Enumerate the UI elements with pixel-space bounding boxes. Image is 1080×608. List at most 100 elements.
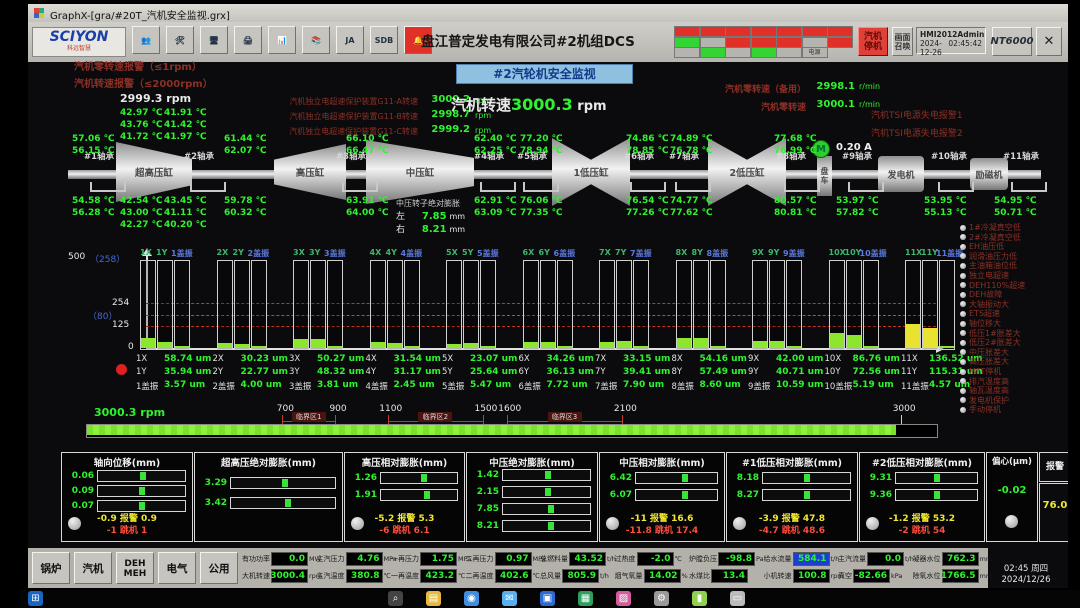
- screen-callup-button[interactable]: 画面召唤: [892, 27, 913, 56]
- printer-icon[interactable]: 🖨: [234, 26, 262, 54]
- vib-table-value: 50.27 um: [317, 354, 364, 364]
- nav-button-1[interactable]: 锅炉: [32, 552, 70, 584]
- vibration-bar-fill: [294, 339, 308, 348]
- bearing-temp-bottom: 50.71 ℃: [994, 208, 1037, 218]
- alarm-grid-cell[interactable]: [700, 47, 726, 58]
- tools-icon[interactable]: 🛠: [166, 26, 194, 54]
- vib-table-label: 1Y: [136, 367, 147, 377]
- turbine-trip-button[interactable]: 汽机停机: [858, 27, 888, 56]
- settings-icon[interactable]: ⚙: [654, 591, 669, 606]
- browser-icon[interactable]: ◉: [464, 591, 479, 606]
- param-label: 二再压力: [466, 554, 494, 564]
- sheet-icon[interactable]: ▦: [578, 591, 593, 606]
- graphx-app-icon: [34, 8, 44, 18]
- monitor-icon[interactable]: 🖥: [200, 26, 228, 54]
- alarm-grid-cell[interactable]: [700, 26, 726, 37]
- alarm-grid-cell[interactable]: [751, 37, 777, 48]
- trip-indicator-icon: [960, 234, 966, 240]
- gauge-bar: [895, 472, 978, 484]
- panel-status-indicator: [866, 517, 879, 530]
- rotor-expansion-block: 中压转子绝对膨胀 左 7.85 mm 右 8.21 mm: [396, 198, 506, 235]
- main-speed: 汽机转速3000.3 rpm: [451, 94, 607, 115]
- chart-icon[interactable]: 📊: [268, 26, 296, 54]
- vib-table-label: 10盖振: [825, 380, 853, 392]
- param-value: 14.02: [644, 569, 681, 583]
- alarm-grid-cell[interactable]: [827, 37, 853, 48]
- bar-group-label: 9盖振: [783, 248, 805, 259]
- vib-table-value: 42.00 um: [776, 354, 823, 364]
- image-icon[interactable]: ▨: [616, 591, 631, 606]
- alarm-grid-cell[interactable]: [725, 47, 751, 58]
- books-icon[interactable]: 📚: [302, 26, 330, 54]
- vib-table-value: 58.74 um: [164, 354, 211, 364]
- vib-table-label: 10X: [825, 354, 842, 364]
- start-icon[interactable]: ⊞: [28, 591, 43, 606]
- vib-table-value: 33.15 um: [623, 354, 670, 364]
- nav-button-3[interactable]: DEH MEH: [116, 552, 154, 584]
- alarm-grid-cell[interactable]: [725, 37, 751, 48]
- alarm-grid-cell[interactable]: [802, 37, 828, 48]
- vibration-bar-outline: [251, 260, 267, 350]
- bearing-temp-top: 66.47 ℃: [346, 146, 389, 156]
- search-icon[interactable]: ⌕: [388, 591, 403, 606]
- chart-status-dot[interactable]: [116, 364, 127, 375]
- alarm-grid-cell[interactable]: [674, 26, 700, 37]
- close-icon[interactable]: ✕: [1036, 27, 1062, 56]
- vibration-bar-fill: [252, 346, 266, 348]
- alarm-grid-cell[interactable]: 电源: [802, 47, 828, 58]
- vib-table-label: 6盖振: [519, 380, 541, 392]
- speed-tick-label: 1100: [376, 404, 406, 414]
- bearing-temp-bottom: 59.78 ℃: [224, 196, 267, 206]
- file-explorer-icon[interactable]: ▤: [426, 591, 441, 606]
- vibration-bar-fill: [481, 346, 495, 348]
- bearing-temp-top: 66.10 ℃: [346, 134, 389, 144]
- alarm-grid-cell[interactable]: [751, 26, 777, 37]
- alarm-grid-cell[interactable]: [751, 47, 777, 58]
- expansion-panel: 高压相对膨胀(mm)1.261.91-5.2 报警 5.3-6 跳机 6.1: [344, 452, 465, 542]
- nav-button-4[interactable]: 电气: [158, 552, 196, 584]
- vibration-bar-fill: [770, 341, 784, 348]
- vibration-bar-fill: [447, 344, 461, 348]
- bearing-temp-bottom: 80.57 ℃: [774, 196, 817, 206]
- bearing-temp-bottom: 53.97 ℃: [836, 196, 879, 206]
- alarm-grid-cell[interactable]: [776, 37, 802, 48]
- users-icon[interactable]: 👥: [132, 26, 160, 54]
- speed-tick-label: 1600: [495, 404, 525, 414]
- window-titlebar[interactable]: GraphX-[gra/#20T_汽机安全监视.grx]: [28, 4, 1068, 22]
- alarm-grid-cell[interactable]: [700, 37, 726, 48]
- critical-zone-label: 临界区1: [292, 412, 326, 422]
- vibration-bar-outline: [676, 260, 692, 350]
- mail-icon[interactable]: ✉: [502, 591, 517, 606]
- param-value: 3000.4: [271, 569, 308, 583]
- vib-table-value: 35.94 um: [164, 367, 211, 377]
- zero-speed-unit: r/min: [859, 82, 880, 91]
- gauge-bar: [762, 489, 851, 501]
- alarm-grid-cell[interactable]: [827, 26, 853, 37]
- bar-group-label: 1盖振: [171, 248, 193, 259]
- alarm-grid-cell[interactable]: [674, 37, 700, 48]
- vibration-bar-outline: [540, 260, 556, 350]
- os-taskbar[interactable]: ⊞ ⌕ ▤ ◉ ✉ ▣ ▦ ▨ ⚙ ▮ ▭: [20, 590, 1080, 608]
- nav-button-5[interactable]: 公用: [200, 552, 238, 584]
- terminal-icon[interactable]: ▮: [692, 591, 707, 606]
- alarm-grid-cell[interactable]: [674, 47, 700, 58]
- vibration-bar-fill: [677, 338, 691, 348]
- doc-icon[interactable]: ▣: [540, 591, 555, 606]
- bearing-bracket: [190, 182, 226, 192]
- alarm-grid-cell[interactable]: [725, 26, 751, 37]
- alarm-grid-cell[interactable]: [776, 26, 802, 37]
- gauge-row: 1.42: [471, 469, 591, 481]
- vibration-bar-fill: [541, 342, 555, 348]
- alarm-grid-cell[interactable]: [776, 47, 802, 58]
- speed-tick-label: 3000: [889, 404, 919, 414]
- trash-icon[interactable]: ▭: [730, 591, 745, 606]
- nav-button-2[interactable]: 汽机: [74, 552, 112, 584]
- ja-icon[interactable]: JA: [336, 26, 364, 54]
- uhp-temp-bottom: 43.45 ℃: [164, 196, 207, 206]
- gauge-row: 8.21: [471, 520, 591, 532]
- alarm-grid-cell[interactable]: [802, 26, 828, 37]
- gauge-bar: [380, 489, 458, 501]
- vib-table-value: 54.16 um: [700, 354, 747, 364]
- alarm-summary-grid[interactable]: 电源: [674, 26, 854, 57]
- trip-indicator-icon: [960, 378, 966, 384]
